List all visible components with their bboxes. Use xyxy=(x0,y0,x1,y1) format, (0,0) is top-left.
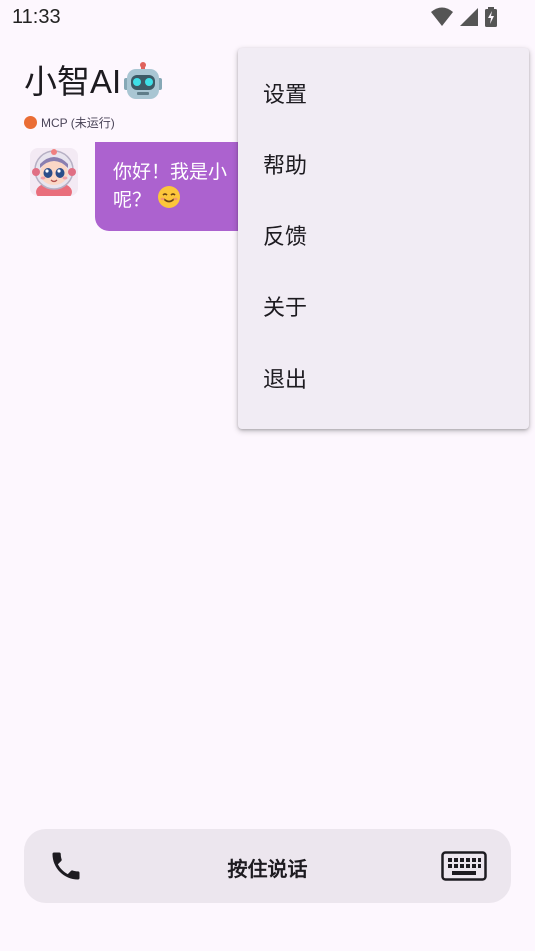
status-icons xyxy=(431,7,497,31)
menu-item-about[interactable]: 关于 xyxy=(238,279,529,339)
mcp-status-text: MCP (未运行) xyxy=(41,116,115,130)
bottom-input-bar: 按住说话 xyxy=(24,829,511,903)
message-text-line2-text: 呢？ xyxy=(113,189,152,211)
wifi-icon xyxy=(431,7,453,31)
hold-to-talk-button[interactable]: 按住说话 xyxy=(24,853,511,882)
menu-item-help[interactable]: 帮助 xyxy=(238,137,529,197)
battery-charging-icon xyxy=(485,7,497,31)
cell-signal-icon xyxy=(459,7,479,31)
app-title: 小智AI xyxy=(24,63,122,100)
menu-item-exit[interactable]: 退出 xyxy=(238,351,529,411)
menu-item-feedback[interactable]: 反馈 xyxy=(238,208,529,268)
keyboard-icon xyxy=(441,851,487,885)
header-title-row: 小智AI xyxy=(24,62,163,102)
status-time: 11:33 xyxy=(12,6,61,28)
status-bar: 11:33 xyxy=(0,0,535,36)
assistant-avatar xyxy=(30,148,78,196)
keyboard-toggle-button[interactable] xyxy=(441,851,487,881)
overflow-menu: 设置 帮助 反馈 关于 退出 xyxy=(238,48,529,429)
menu-item-settings[interactable]: 设置 xyxy=(238,66,529,126)
mcp-status: MCP (未运行) xyxy=(24,114,115,131)
smiling-face-icon xyxy=(157,185,181,216)
mcp-status-dot xyxy=(24,116,37,129)
robot-icon xyxy=(123,62,163,102)
